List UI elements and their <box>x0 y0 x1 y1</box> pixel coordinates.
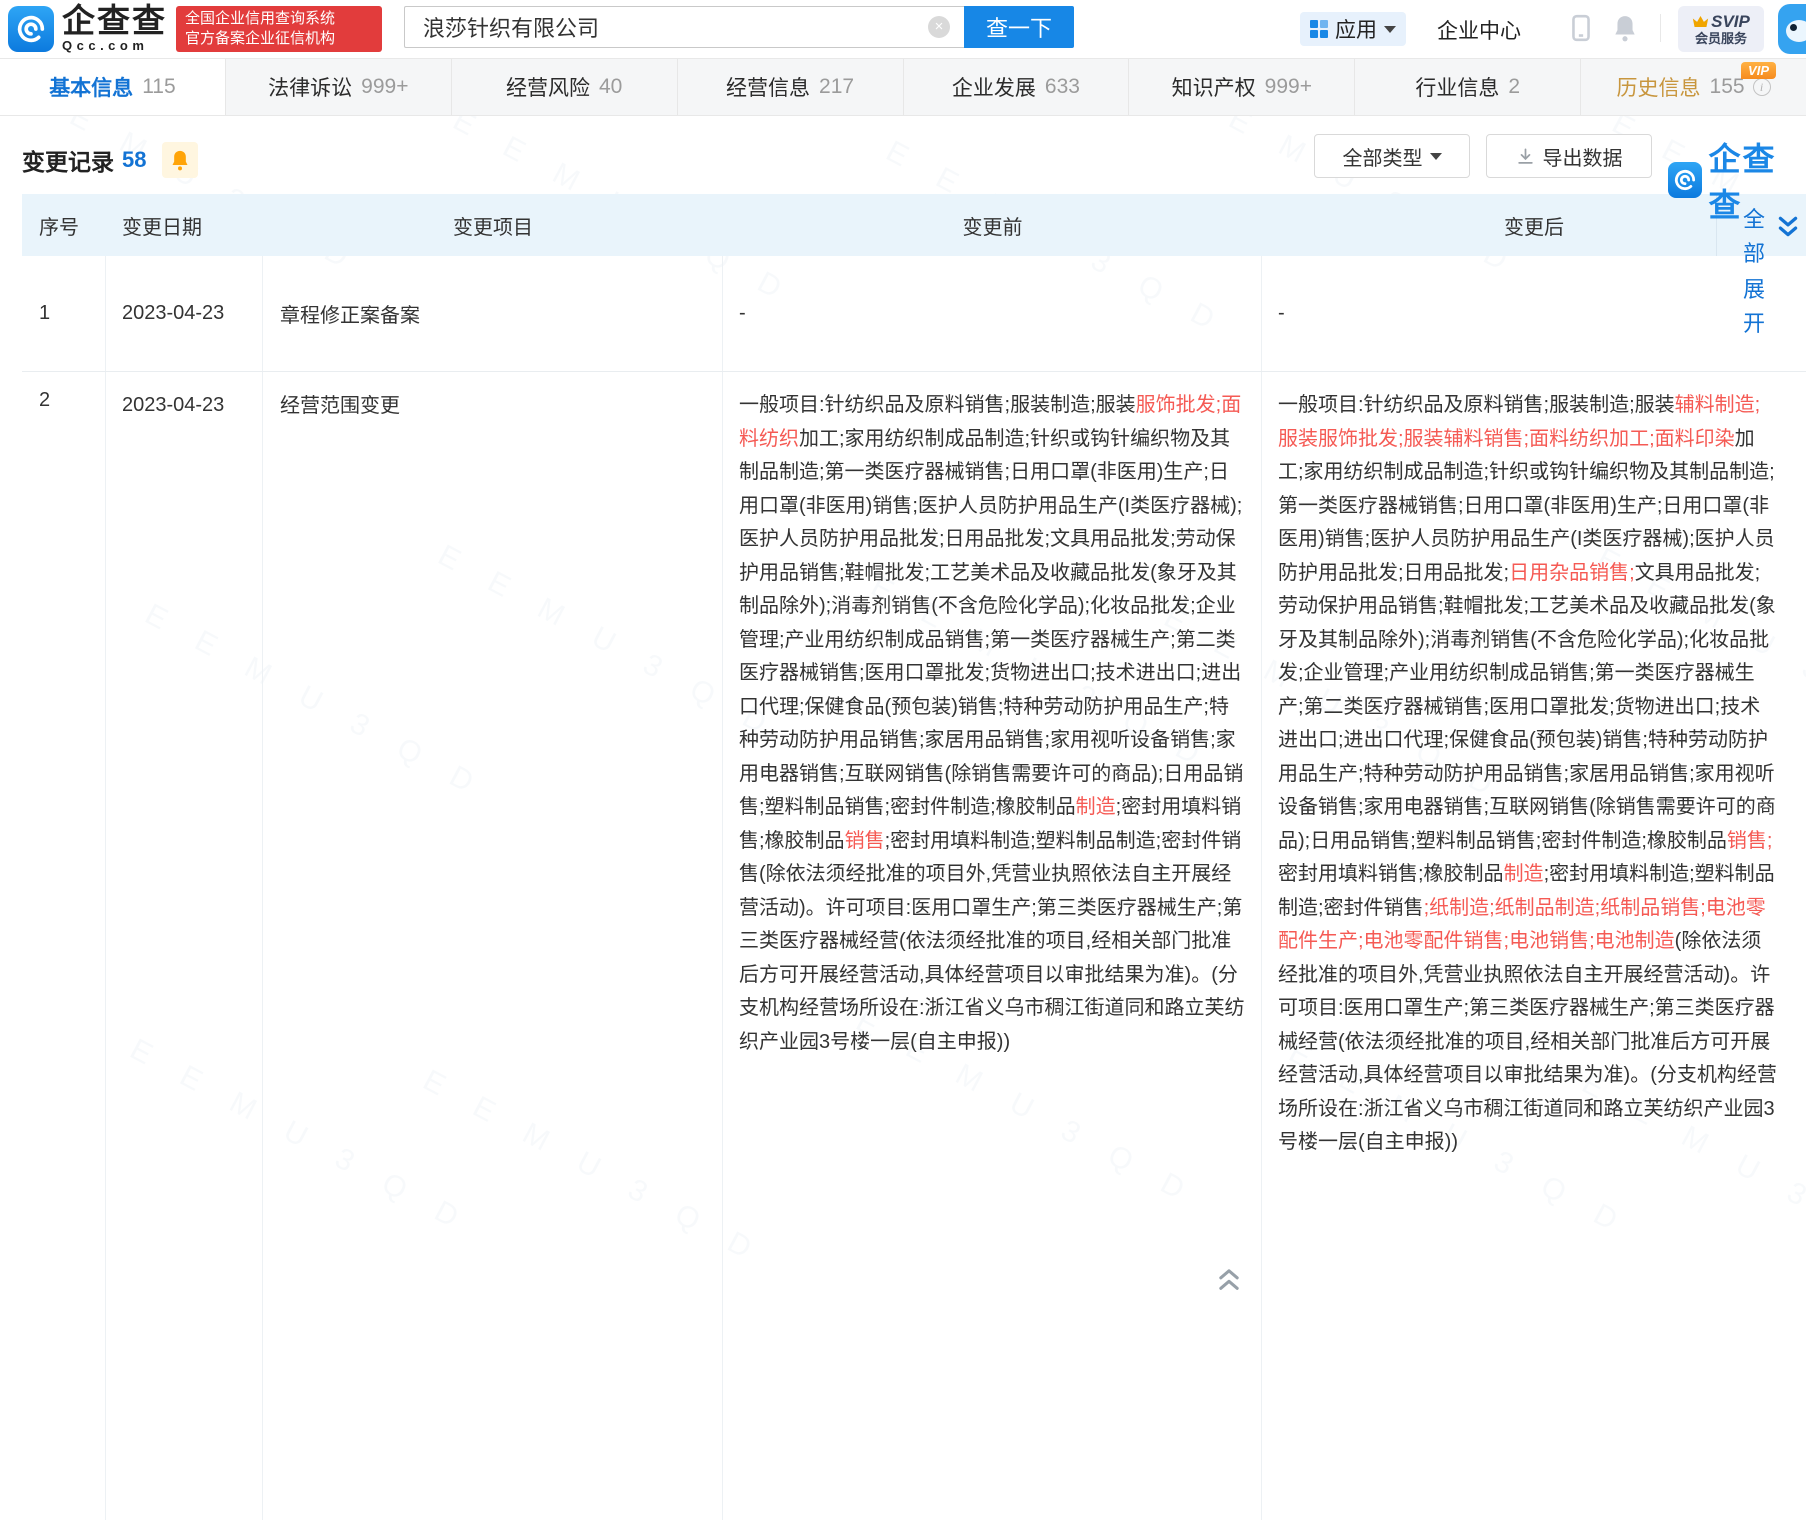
row-no: 1 <box>22 256 106 371</box>
qcc-watermark-logo: 企查查 <box>1668 134 1806 226</box>
search-input[interactable]: 浪莎针织有限公司 <box>404 6 964 48</box>
crown-icon <box>1692 15 1709 28</box>
brand-name: 企查查 <box>62 4 167 38</box>
row-date: 2023-04-23 <box>106 372 263 1520</box>
apps-label: 应用 <box>1335 14 1377 44</box>
chevron-down-icon <box>1384 26 1396 33</box>
apps-grid-icon <box>1310 20 1328 38</box>
row-item: 经营范围变更 <box>263 372 723 1520</box>
brand-text[interactable]: 企查查 Qcc.com <box>62 4 167 53</box>
section-title: 变更记录 <box>22 143 114 177</box>
col-header-before: 变更前 <box>723 211 1262 240</box>
table-row: 2 2023-04-23 经营范围变更 一般项目:针纺织品及原料销售;服装制造;… <box>22 372 1806 1520</box>
enterprise-center-link[interactable]: 企业中心 <box>1437 15 1521 45</box>
export-data-button[interactable]: 导出数据 <box>1486 134 1652 178</box>
svip-label: SVIP <box>1711 13 1750 31</box>
row-after-text: 一般项目:针纺织品及原料销售;服装制造;服装辅料制造;服装服饰批发;服装辅料销售… <box>1262 372 1806 1520</box>
tab-intellectual-property[interactable]: 知识产权999+ <box>1129 59 1355 115</box>
qcc-logo-icon[interactable] <box>8 6 54 52</box>
svip-member-service[interactable]: SVIP 会员服务 <box>1678 6 1764 52</box>
qcc-stamp-text: 企查查 <box>1708 134 1806 226</box>
subscribe-bell-button[interactable] <box>162 142 198 178</box>
change-records-table: 序号 变更日期 变更项目 变更前 变更后 1 2023-04-23 章程修正案备… <box>22 194 1806 1520</box>
row-before: - <box>723 256 1262 371</box>
certification-badge: 全国企业信用查询系统 官方备案企业征信机构 <box>176 6 382 52</box>
svip-sublabel: 会员服务 <box>1695 31 1747 46</box>
qcc-stamp-icon <box>1668 162 1702 198</box>
mobile-app-icon[interactable] <box>1568 14 1594 42</box>
table-header-row: 序号 变更日期 变更项目 变更前 变更后 <box>22 194 1806 256</box>
cert-line2: 官方备案企业征信机构 <box>185 29 373 49</box>
qcc-change-records-page: E E M U 3 Q DE E M U 3 Q DE E M U 3 Q DE… <box>0 0 1806 1520</box>
section-count: 58 <box>122 147 146 173</box>
col-header-no: 序号 <box>22 211 106 240</box>
vip-badge: VIP <box>1741 62 1776 79</box>
row-no: 2 <box>22 372 106 1520</box>
row-after: - <box>1262 256 1806 371</box>
search-value: 浪莎针织有限公司 <box>423 11 599 43</box>
col-header-item: 变更项目 <box>263 211 723 240</box>
brand-domain: Qcc.com <box>62 38 167 53</box>
search-button[interactable]: 查一下 <box>964 6 1074 48</box>
tab-basic-info[interactable]: 基本信息115 <box>0 59 226 115</box>
col-header-date: 变更日期 <box>106 211 263 240</box>
tab-operation-risk[interactable]: 经营风险40 <box>452 59 678 115</box>
apps-menu[interactable]: 应用 <box>1300 12 1406 46</box>
notification-bell-icon[interactable] <box>1612 14 1638 42</box>
customer-service-mascot-icon[interactable] <box>1778 4 1806 54</box>
tab-operation-info[interactable]: 经营信息217 <box>678 59 904 115</box>
row-before-text: 一般项目:针纺织品及原料销售;服装制造;服装服饰批发;面料纺织加工;家用纺织制成… <box>723 372 1262 1520</box>
top-bar: 企查查 Qcc.com 全国企业信用查询系统 官方备案企业征信机构 浪莎针织有限… <box>0 0 1806 58</box>
clear-search-icon[interactable]: × <box>928 16 950 38</box>
info-icon[interactable]: i <box>1753 78 1771 96</box>
tab-bar: 基本信息115 法律诉讼999+ 经营风险40 经营信息217 企业发展633 … <box>0 58 1806 116</box>
type-filter-dropdown[interactable]: 全部类型 <box>1314 134 1470 178</box>
tab-enterprise-development[interactable]: 企业发展633 <box>904 59 1130 115</box>
row-item: 章程修正案备案 <box>263 256 723 371</box>
chevron-down-icon <box>1430 153 1442 160</box>
bell-icon <box>170 149 190 171</box>
cert-line1: 全国企业信用查询系统 <box>185 9 373 29</box>
change-records-header: 变更记录 58 全部类型 导出数据 企查查 <box>0 116 1806 194</box>
row-date: 2023-04-23 <box>106 256 263 371</box>
divider <box>1660 14 1661 42</box>
table-row: 1 2023-04-23 章程修正案备案 - - <box>22 256 1806 372</box>
tab-legal-litigation[interactable]: 法律诉讼999+ <box>226 59 452 115</box>
tab-industry-info[interactable]: 行业信息2 <box>1355 59 1581 115</box>
download-icon <box>1516 147 1535 166</box>
tab-history-info[interactable]: VIP 历史信息155 i <box>1581 59 1806 115</box>
